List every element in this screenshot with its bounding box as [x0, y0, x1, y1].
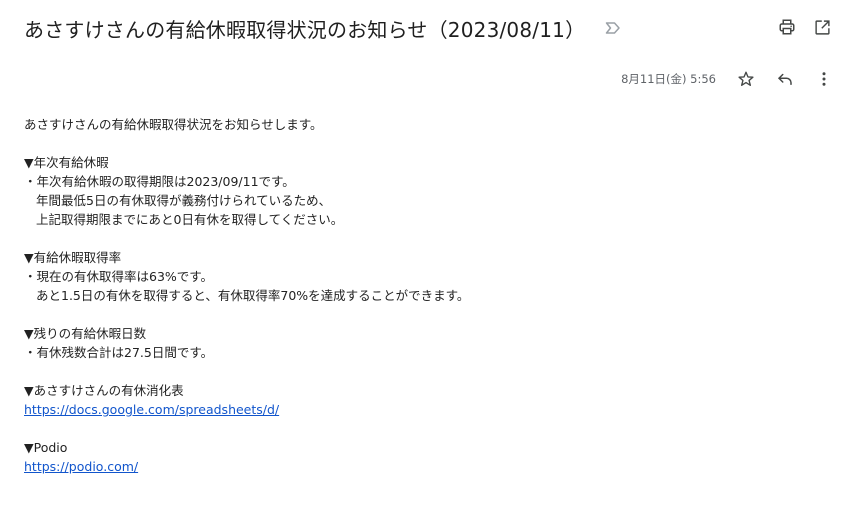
message-actions — [736, 69, 834, 89]
message-meta-row: 8月11日(金) 5:56 — [621, 68, 834, 90]
section-heading-remaining-days: ▼残りの有給休暇日数 — [24, 326, 147, 341]
intro-line: あさすけさんの有給休暇取得状況をお知らせします。 — [24, 117, 323, 132]
reply-icon[interactable] — [775, 69, 795, 89]
body-line: あと1.5日の有休を取得すると、有休取得率70%を達成することができます。 — [36, 288, 470, 303]
email-subject: あさすけさんの有給休暇取得状況のお知らせ（2023/08/11） — [24, 17, 586, 42]
message-date: 8月11日(金) 5:56 — [621, 72, 716, 86]
body-line: ・有休残数合計は27.5日間です。 — [24, 345, 214, 360]
more-vert-icon[interactable] — [814, 69, 834, 89]
open-in-new-icon[interactable] — [812, 17, 832, 37]
thread-actions — [777, 17, 832, 37]
section-heading-leave-rate: ▼有給休暇取得率 — [24, 250, 122, 265]
message-body: あさすけさんの有給休暇取得状況をお知らせします。 ▼年次有給休暇 ・年次有給休暇… — [24, 115, 804, 476]
podio-link[interactable]: https://podio.com/ — [24, 459, 138, 474]
label-importance-icon[interactable] — [605, 20, 621, 36]
body-line: ・年次有給休暇の取得期限は2023/09/11です。 — [24, 174, 295, 189]
star-icon[interactable] — [736, 69, 756, 89]
spreadsheet-link[interactable]: https://docs.google.com/spreadsheets/d/ — [24, 402, 279, 417]
section-heading-annual-leave: ▼年次有給休暇 — [24, 155, 109, 170]
podio-link-row: https://podio.com/ — [24, 457, 804, 476]
body-line: ・現在の有休取得率は63%です。 — [24, 269, 214, 284]
body-line: 年間最低5日の有休取得が義務付けられているため、 — [36, 193, 332, 208]
section-heading-podio: ▼Podio — [24, 440, 68, 455]
print-icon[interactable] — [777, 17, 797, 37]
section-heading-leave-sheet: ▼あさすけさんの有休消化表 — [24, 383, 184, 398]
email-subject-row: あさすけさんの有給休暇取得状況のお知らせ（2023/08/11） — [24, 13, 621, 43]
spreadsheet-link-row: https://docs.google.com/spreadsheets/d/ — [24, 400, 804, 419]
body-line: 上記取得期限までにあと0日有休を取得してください。 — [36, 212, 344, 227]
